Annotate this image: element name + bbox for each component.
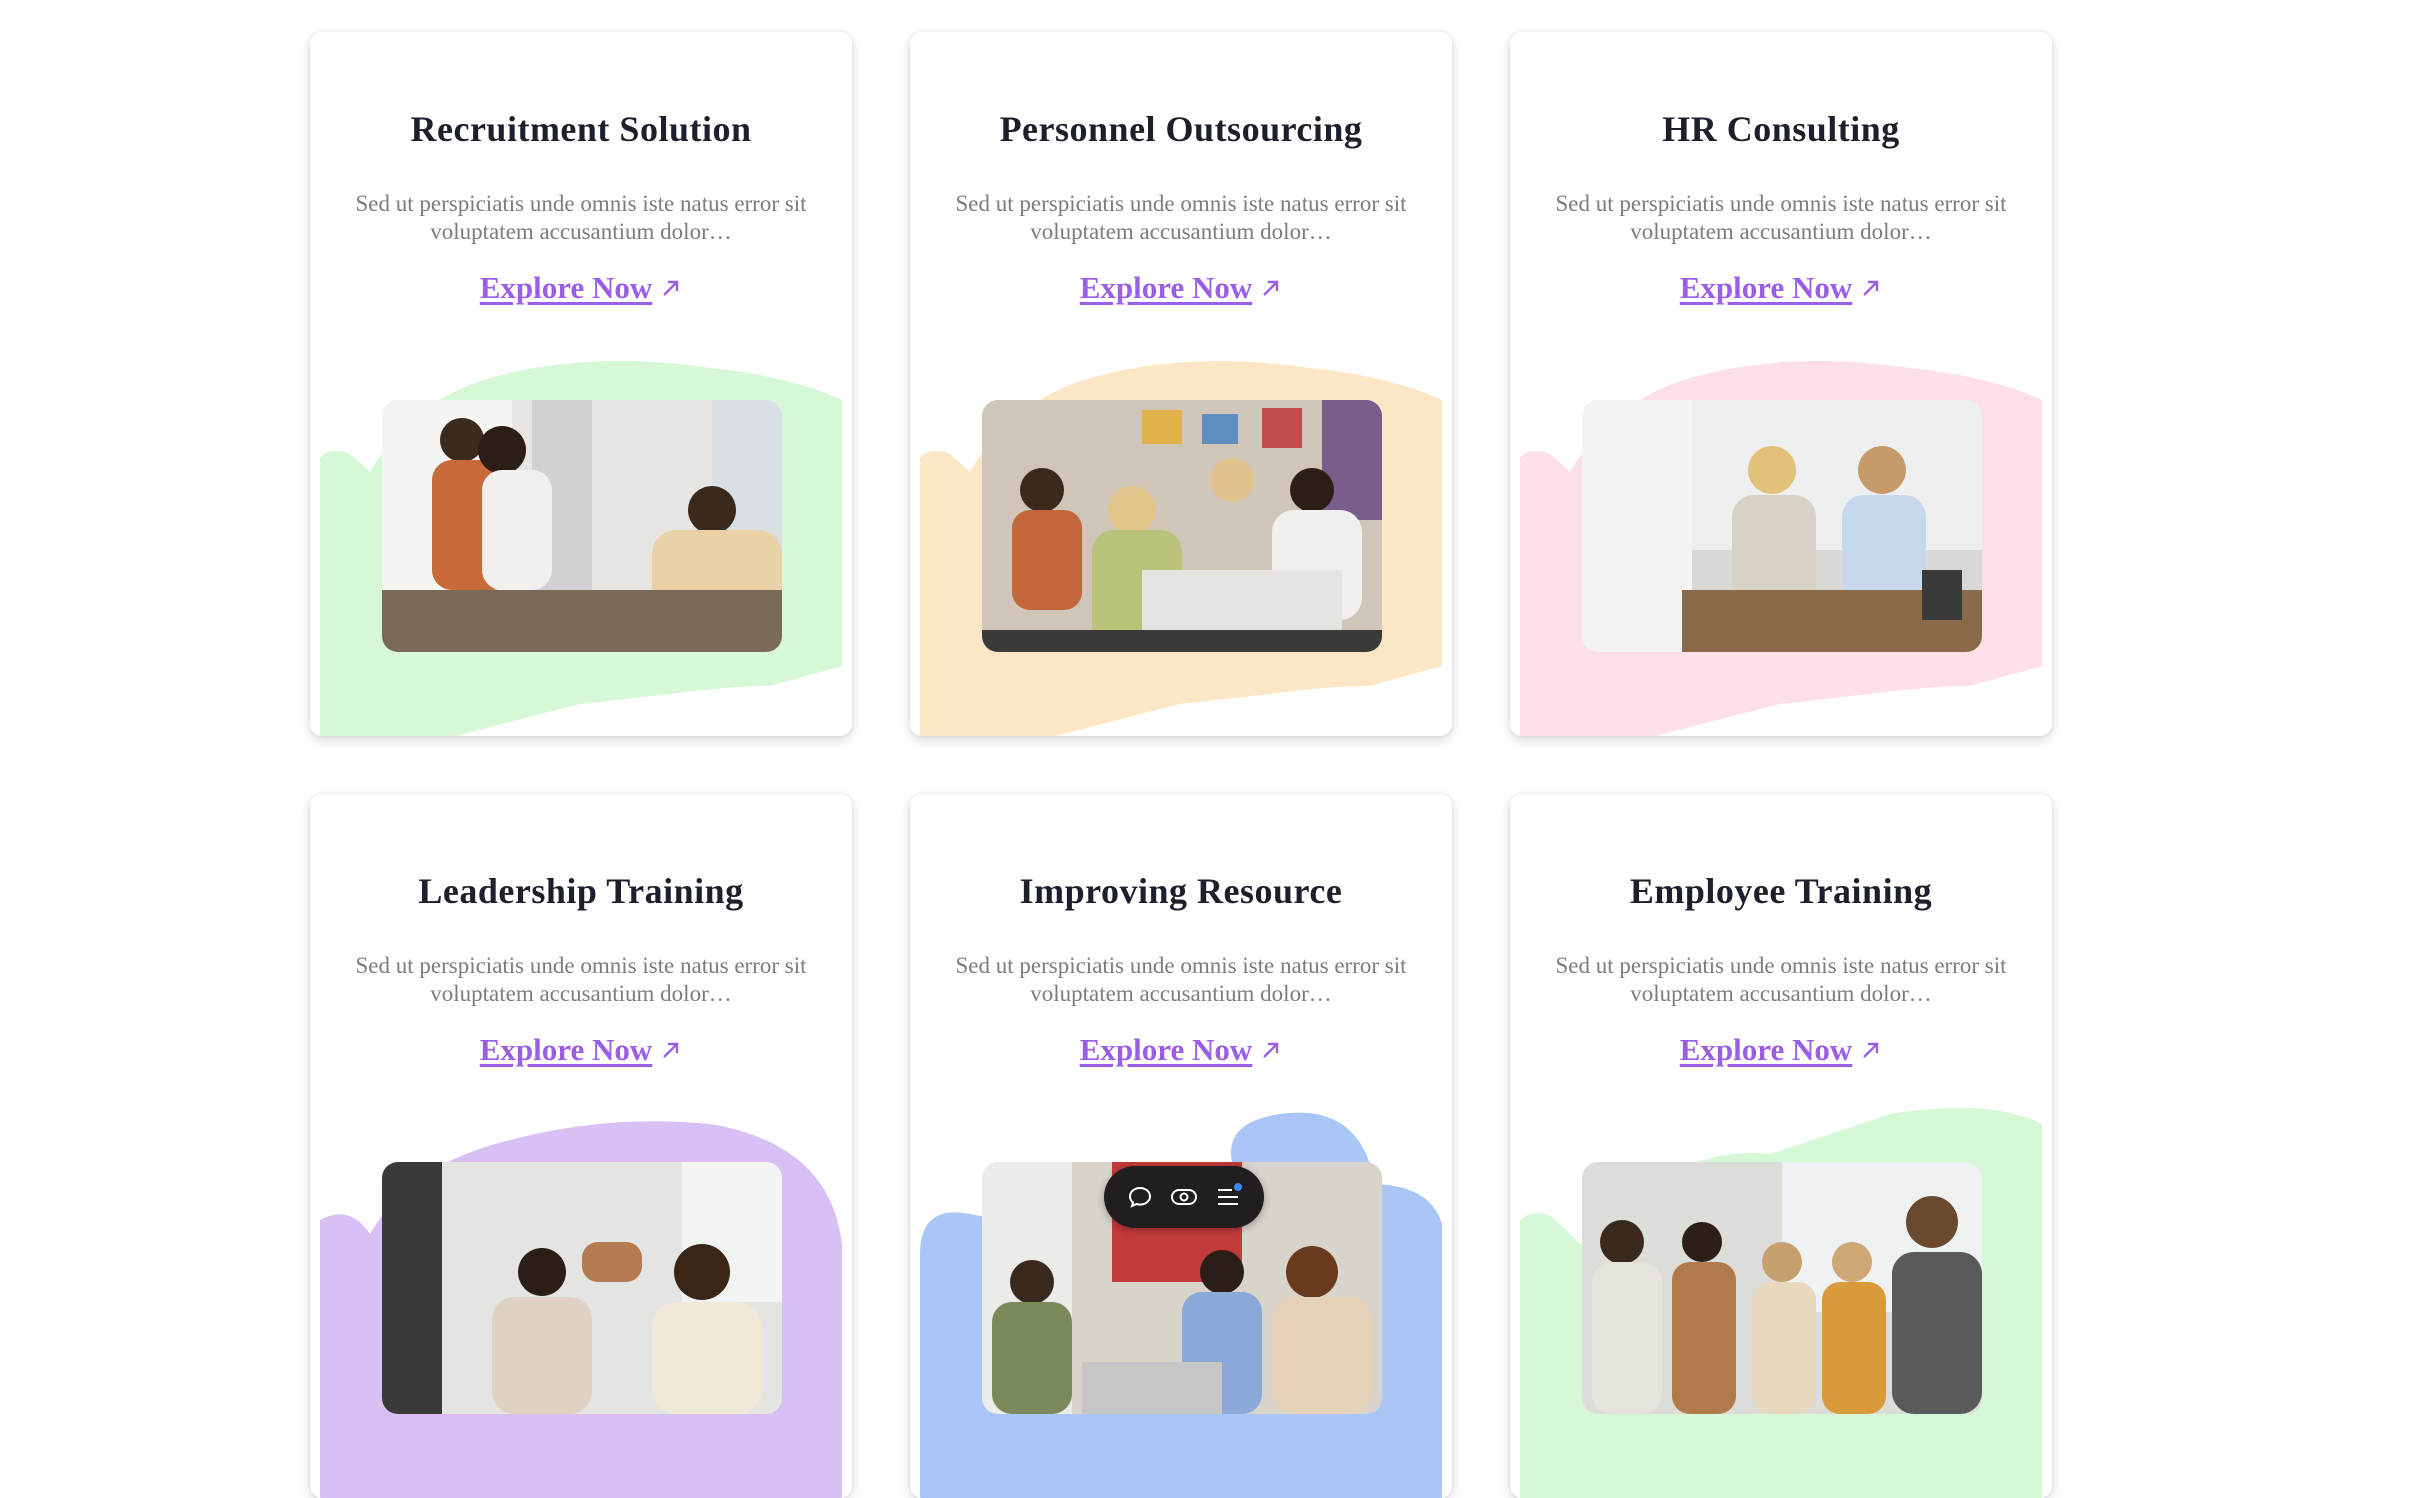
card-title: Employee Training [1629,871,1933,911]
service-card: Personnel Outsourcing Sed ut perspiciati… [910,32,1452,736]
explore-row: Explore Now [1510,270,2052,306]
team-hug-celebration-photo [382,400,782,652]
explore-now-link[interactable]: Explore Now [480,1032,653,1068]
explore-row: Explore Now [910,1032,1452,1068]
card-description: Sed ut perspiciatis unde omnis iste natu… [1555,953,2007,1006]
arrow-up-right-icon [1863,280,1879,296]
arrow-up-right-icon [1863,1042,1879,1058]
service-card: Leadership Training Sed ut perspiciatis … [310,794,852,1498]
menu-list-button[interactable] [1212,1181,1244,1213]
arrow-up-right-icon [663,280,679,296]
service-card: Employee Training Sed ut perspiciatis un… [1510,794,2052,1498]
office-team-applause-photo [982,400,1382,652]
floating-toolbar [1104,1166,1264,1228]
explore-row: Explore Now [310,270,852,306]
card-description: Sed ut perspiciatis unde omnis iste natu… [355,953,807,1006]
explore-row: Explore Now [310,1032,852,1068]
explore-now-link[interactable]: Explore Now [480,270,653,306]
explore-now-link[interactable]: Explore Now [1080,270,1253,306]
comment-icon [1128,1186,1152,1208]
view-toggle-button[interactable] [1168,1181,1200,1213]
services-grid: Recruitment Solution Sed ut perspiciatis… [310,32,2052,1498]
explore-now-link[interactable]: Explore Now [1680,1032,1853,1068]
card-description: Sed ut perspiciatis unde omnis iste natu… [955,191,1407,244]
business-meeting-women-photo [1582,400,1982,652]
arrow-up-right-icon [1263,1042,1279,1058]
arrow-up-right-icon [1263,280,1279,296]
arrow-up-right-icon [663,1042,679,1058]
service-card: HR Consulting Sed ut perspiciatis unde o… [1510,32,2052,736]
view-icon [1171,1189,1197,1205]
card-description: Sed ut perspiciatis unde omnis iste natu… [955,953,1407,1006]
card-title: Improving Resource [1019,871,1343,911]
card-title: Recruitment Solution [410,109,752,149]
card-title: HR Consulting [1662,109,1900,149]
card-title: Leadership Training [418,871,744,911]
explore-now-link[interactable]: Explore Now [1680,270,1853,306]
explore-row: Explore Now [910,270,1452,306]
card-description: Sed ut perspiciatis unde omnis iste natu… [355,191,807,244]
card-title: Personnel Outsourcing [999,109,1363,149]
high-five-colleagues-photo [382,1162,782,1414]
team-clapping-presentation-photo [1582,1162,1982,1414]
notification-dot [1234,1183,1242,1191]
explore-row: Explore Now [1510,1032,2052,1068]
comment-button[interactable] [1124,1181,1156,1213]
explore-now-link[interactable]: Explore Now [1080,1032,1253,1068]
service-card: Recruitment Solution Sed ut perspiciatis… [310,32,852,736]
card-description: Sed ut perspiciatis unde omnis iste natu… [1555,191,2007,244]
service-card: Improving Resource Sed ut perspiciatis u… [910,794,1452,1498]
